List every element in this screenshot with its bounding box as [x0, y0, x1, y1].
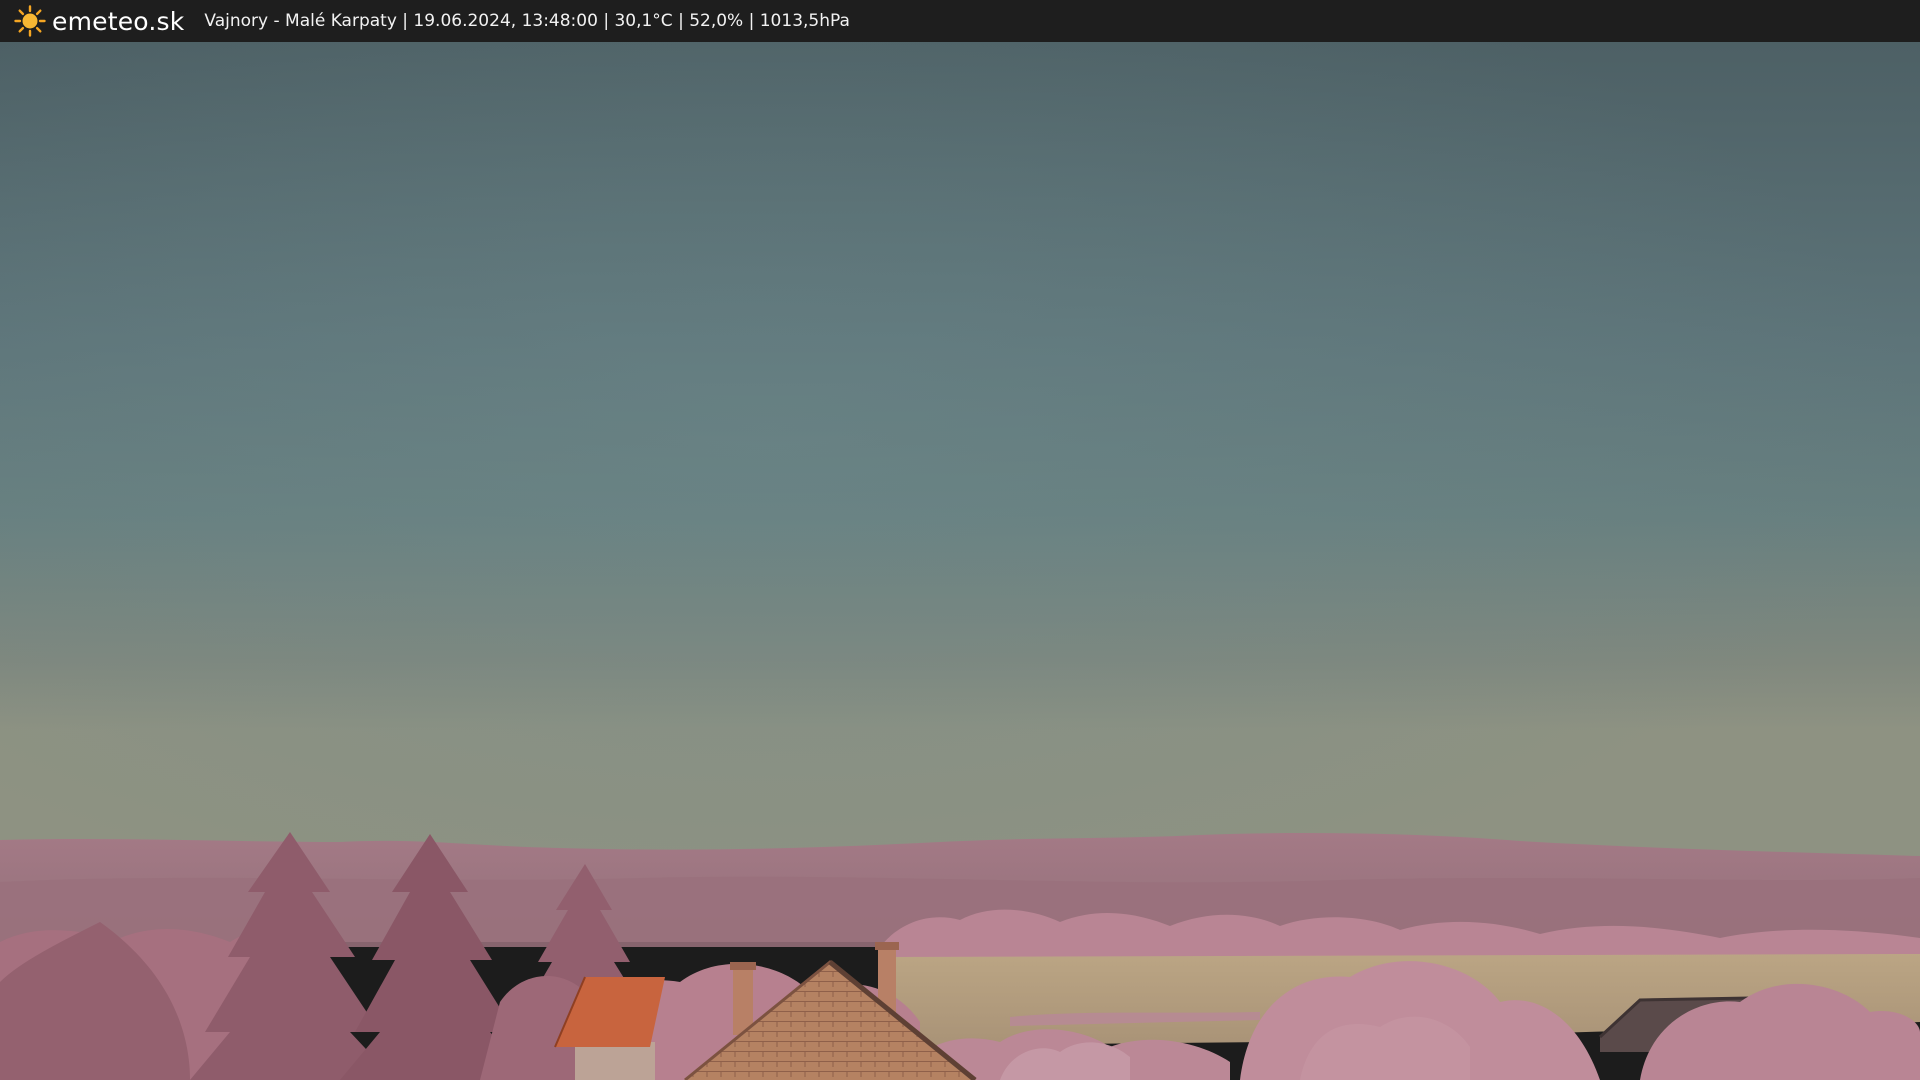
chimney — [733, 967, 753, 1035]
logo[interactable]: emeteo.sk — [14, 5, 184, 37]
sun-icon — [14, 5, 46, 37]
webcam-frame: emeteo.sk Vajnory - Malé Karpaty | 19.06… — [0, 0, 1920, 1080]
station-caption: Vajnory - Malé Karpaty | 19.06.2024, 13:… — [204, 11, 850, 31]
caption-bar: emeteo.sk Vajnory - Malé Karpaty | 19.06… — [0, 0, 1920, 42]
webcam-image — [0, 42, 1920, 1080]
brand-name: emeteo.sk — [52, 6, 185, 36]
